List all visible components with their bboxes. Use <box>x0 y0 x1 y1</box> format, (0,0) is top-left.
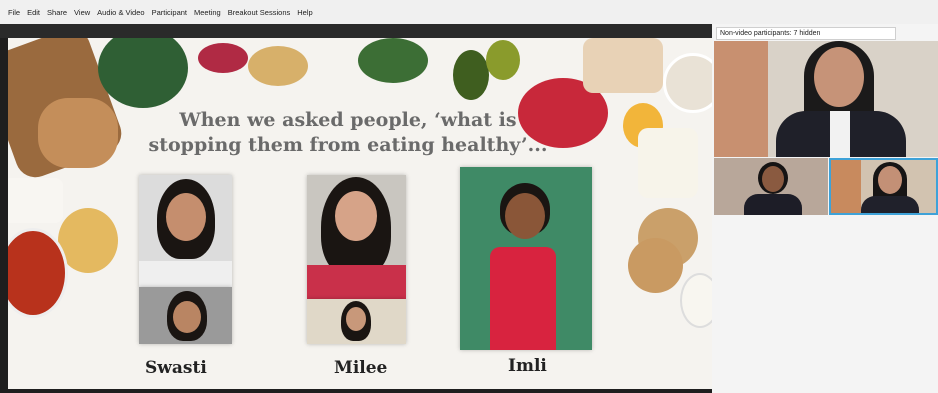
milee-photo-top <box>307 175 406 299</box>
milee-photo-bottom <box>307 299 406 344</box>
slide-title-line-1: When we asked people, ‘what is <box>179 109 517 131</box>
yogurt-bowl-image <box>680 273 712 328</box>
menu-share[interactable]: Share <box>47 8 67 17</box>
menu-file[interactable]: File <box>8 8 20 17</box>
non-video-participants-label[interactable]: Non-video participants: 7 hidden <box>716 27 896 40</box>
avocado-image <box>453 50 489 100</box>
swasti-photo-bottom <box>139 287 232 344</box>
avocado-half-image <box>486 40 520 80</box>
granola-bowl-image <box>663 53 712 113</box>
swasti-photo-top <box>139 175 232 287</box>
name-milee: Milee <box>334 358 388 378</box>
name-swasti: Swasti <box>145 358 207 378</box>
menu-audio-video[interactable]: Audio & Video <box>97 8 144 17</box>
menu-bar: File Edit Share View Audio & Video Parti… <box>0 0 938 24</box>
broccoli-image <box>358 38 428 83</box>
menu-meeting[interactable]: Meeting <box>194 8 221 17</box>
participant-video-main[interactable] <box>714 41 938 157</box>
bread-slice-image <box>38 98 118 168</box>
radish-image <box>198 43 248 73</box>
milk-bottle-image <box>638 128 698 198</box>
menu-edit[interactable]: Edit <box>27 8 40 17</box>
eggs-image <box>583 38 663 93</box>
menu-participant[interactable]: Participant <box>152 8 187 17</box>
menu-view[interactable]: View <box>74 8 90 17</box>
kale-image <box>98 38 188 108</box>
ginger-image <box>248 46 308 86</box>
slide-title-line-2: stopping them from eating healthy’... <box>148 134 548 156</box>
participant-video-3-active[interactable] <box>829 158 938 215</box>
milk-jar-image <box>8 178 63 223</box>
name-imli: Imli <box>508 356 547 376</box>
presentation-slide: When we asked people, ‘what is stopping … <box>8 38 712 389</box>
menu-help[interactable]: Help <box>297 8 312 17</box>
slide-title: When we asked people, ‘what is stopping … <box>128 108 568 158</box>
share-top-bar <box>0 24 712 38</box>
imli-photo <box>460 167 592 350</box>
menu-breakout-sessions[interactable]: Breakout Sessions <box>228 8 291 17</box>
participant-video-2[interactable] <box>714 158 828 215</box>
bagel-image-2 <box>628 238 683 293</box>
